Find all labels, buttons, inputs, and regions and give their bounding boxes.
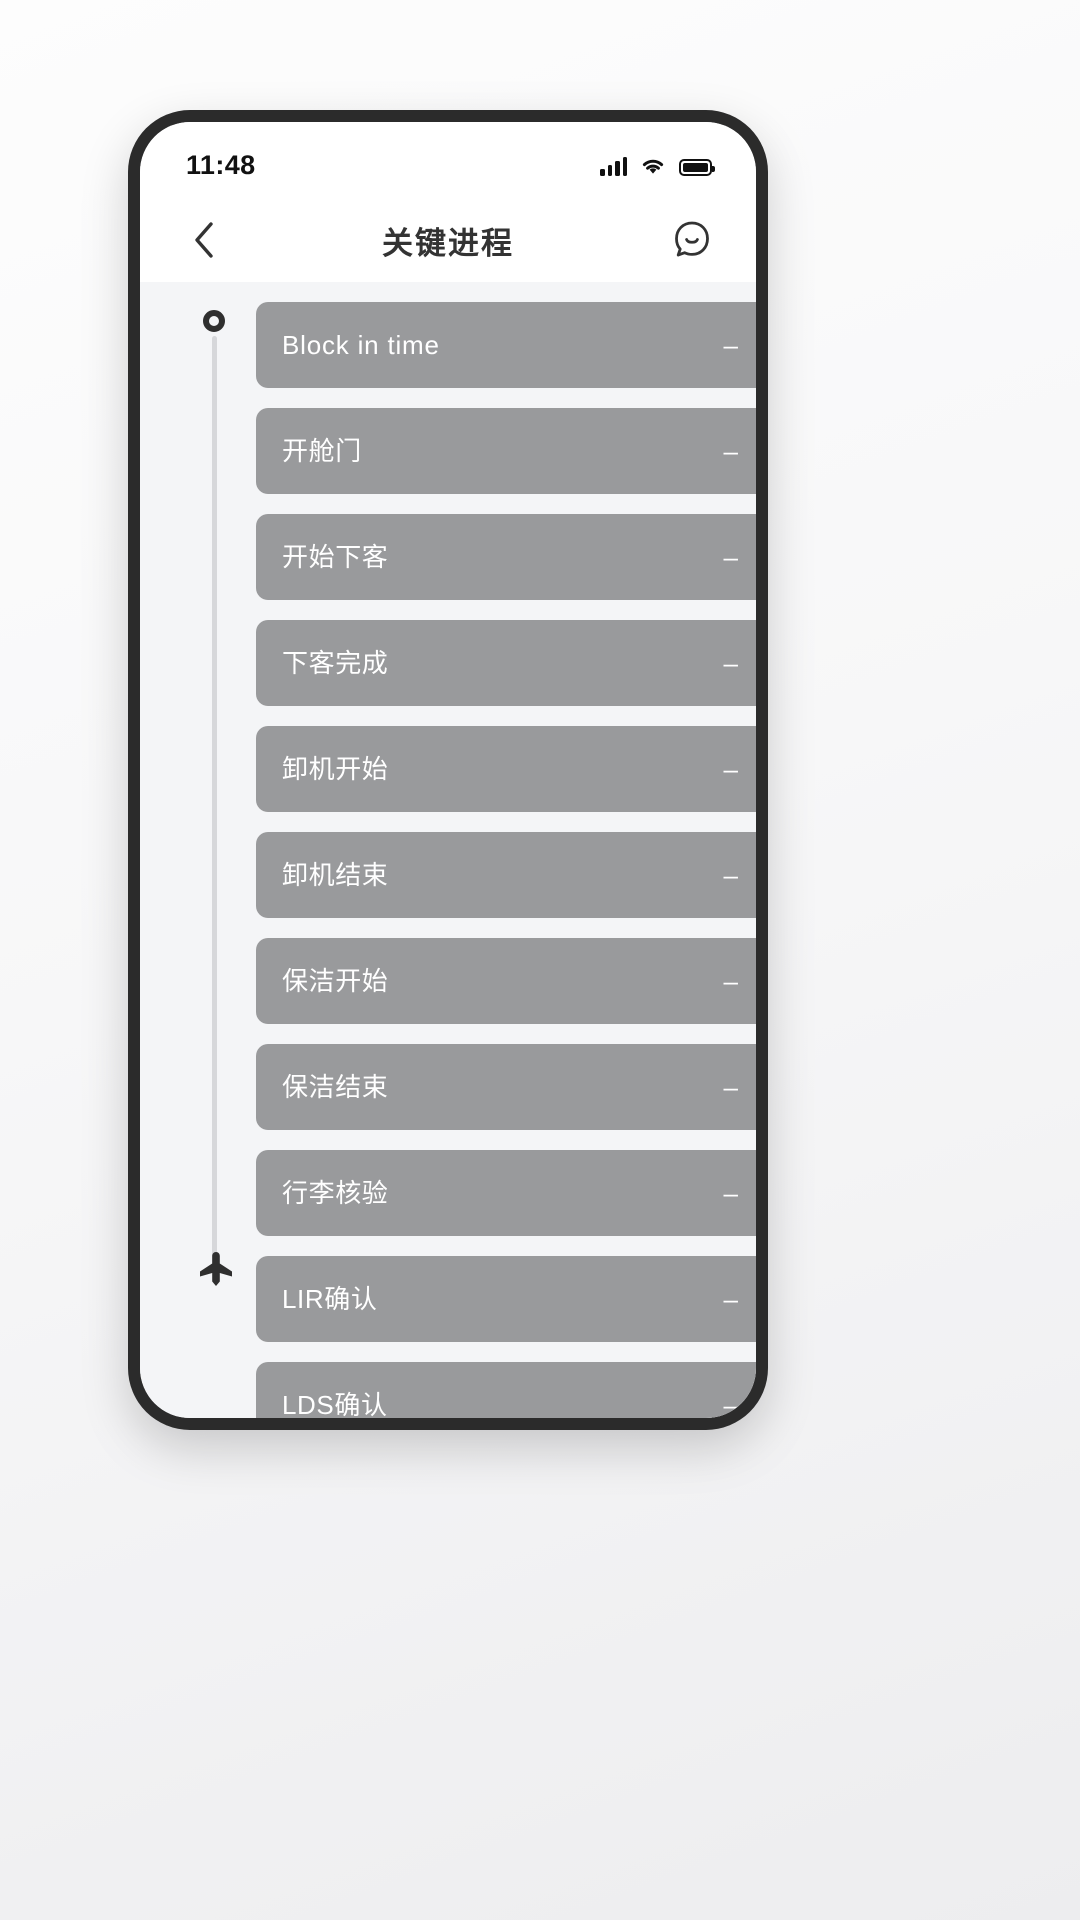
- process-card-label: 卸机开始: [282, 754, 389, 784]
- process-card-value: –: [723, 966, 738, 996]
- phone-frame: 11:48 关键进程 Block in time – 开舱门 – 开始下客 – …: [128, 110, 768, 1430]
- circle-ring-icon: [203, 310, 225, 332]
- process-card-label: 下客完成: [282, 648, 389, 678]
- process-card-label: 保洁结束: [282, 1072, 389, 1102]
- process-card-label: 保洁开始: [282, 966, 389, 996]
- process-card-label: 卸机结束: [282, 860, 389, 890]
- back-button[interactable]: [176, 212, 232, 268]
- process-card-label: Block in time: [282, 330, 440, 360]
- process-card[interactable]: 卸机结束 –: [256, 832, 756, 918]
- battery-full-icon: [679, 159, 715, 176]
- process-card-value: –: [723, 1284, 738, 1314]
- key-process-timeline: Block in time – 开舱门 – 开始下客 – 下客完成 – 卸机开始 – 卸机结束 – 保洁…: [140, 282, 756, 1418]
- process-card-value: –: [723, 1072, 738, 1102]
- process-card-value: –: [723, 330, 738, 360]
- process-card[interactable]: 开始下客 –: [256, 514, 756, 600]
- process-card[interactable]: LIR确认 –: [256, 1256, 756, 1342]
- process-card-list: Block in time – 开舱门 – 开始下客 – 下客完成 – 卸机开始 – 卸机结束 – 保洁…: [256, 302, 756, 1418]
- process-card-label: LDS确认: [282, 1390, 388, 1418]
- process-card-label: 开舱门: [282, 436, 362, 466]
- chevron-left-icon: [195, 222, 213, 258]
- timeline-rail: [187, 310, 243, 1418]
- process-card[interactable]: LDS确认 –: [256, 1362, 756, 1418]
- phone-screen: 11:48 关键进程 Block in time – 开舱门 – 开始下客 – …: [140, 122, 756, 1418]
- smiley-chat-icon: [675, 221, 709, 257]
- airplane-icon: [200, 1252, 232, 1286]
- process-card-value: –: [723, 542, 738, 572]
- process-card[interactable]: Block in time –: [256, 302, 756, 388]
- process-card[interactable]: 行李核验 –: [256, 1150, 756, 1236]
- smiley-chat-button[interactable]: [664, 212, 720, 268]
- timeline-line: [212, 336, 217, 1266]
- status-bar-clock: 11:48: [186, 149, 256, 180]
- process-card-value: –: [723, 754, 738, 784]
- process-card-label: LIR确认: [282, 1284, 378, 1314]
- process-card-label: 开始下客: [282, 542, 389, 572]
- process-card-value: –: [723, 1390, 738, 1418]
- process-card-label: 行李核验: [282, 1178, 389, 1208]
- signal-bars-icon: [600, 156, 627, 176]
- process-card[interactable]: 保洁结束 –: [256, 1044, 756, 1130]
- process-card-value: –: [723, 436, 738, 466]
- wifi-icon: [640, 156, 666, 176]
- process-card-value: –: [723, 648, 738, 678]
- status-bar-icons: [600, 144, 715, 176]
- status-bar: 11:48: [140, 122, 756, 198]
- process-card[interactable]: 下客完成 –: [256, 620, 756, 706]
- process-card-value: –: [723, 1178, 738, 1208]
- process-card[interactable]: 保洁开始 –: [256, 938, 756, 1024]
- nav-bar: 关键进程: [140, 198, 756, 282]
- process-card-value: –: [723, 860, 738, 890]
- process-card[interactable]: 卸机开始 –: [256, 726, 756, 812]
- process-card[interactable]: 开舱门 –: [256, 408, 756, 494]
